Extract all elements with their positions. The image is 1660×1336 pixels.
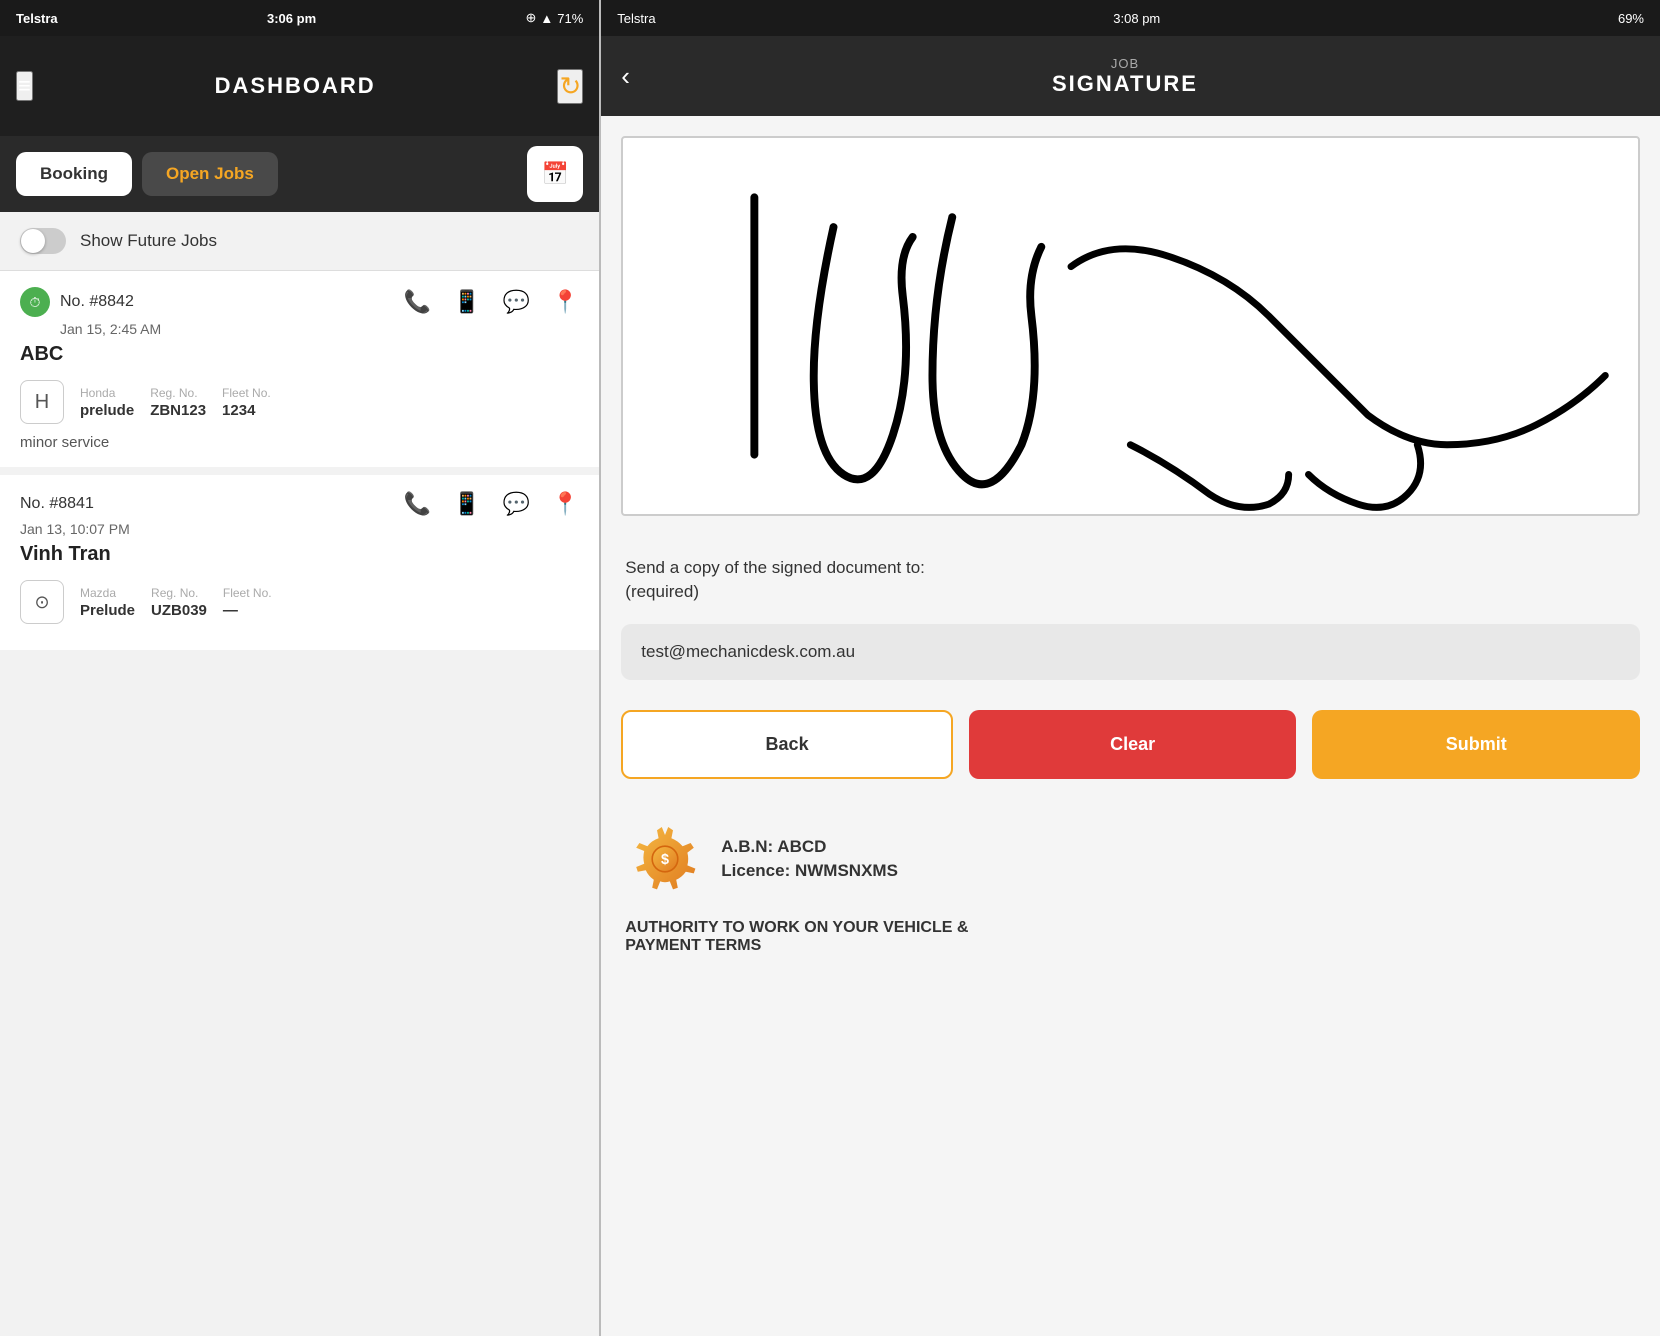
job-customer-1: Vinh Tran xyxy=(20,543,579,566)
footer-abn: A.B.N: ABCD xyxy=(721,837,898,857)
job-number-0: No. #8842 xyxy=(60,293,134,311)
dashboard-title: DASHBOARD xyxy=(215,73,376,99)
toggle-thumb xyxy=(21,229,45,253)
send-copy-required: (required) xyxy=(625,582,699,601)
job-vehicle-row-0: H Honda prelude Reg. No. ZBN123 Fleet No… xyxy=(20,380,579,424)
right-carrier: Telstra xyxy=(617,11,655,26)
job-description-0: minor service xyxy=(20,434,579,451)
company-logo: $ xyxy=(625,819,705,899)
location-pin-icon[interactable]: 📍 xyxy=(552,289,579,315)
right-status-bar: Telstra 3:08 pm 69% xyxy=(601,0,1660,36)
submit-button[interactable]: Submit xyxy=(1312,710,1640,779)
message-icon-1[interactable]: 💬 xyxy=(502,491,529,517)
hamburger-icon: ≡ xyxy=(18,73,31,98)
clock-icon: ⏱ xyxy=(30,294,41,311)
right-time: 3:08 pm xyxy=(1113,11,1160,26)
job-status-icon-0: ⏱ xyxy=(20,287,50,317)
reg-label-1: Reg. No. xyxy=(151,586,207,600)
right-header: ‹ JOB SIGNATURE xyxy=(601,36,1660,116)
vehicle-fleet: Fleet No. 1234 xyxy=(222,386,271,419)
fleet-value: 1234 xyxy=(222,402,271,419)
fleet-value-1: — xyxy=(223,602,272,619)
job-action-icons-1: 📞 📱 💬 📍 xyxy=(404,491,580,517)
reg-label: Reg. No. xyxy=(150,386,206,400)
refresh-icon: ↻ xyxy=(559,71,581,101)
calendar-button[interactable]: 📅 xyxy=(527,146,583,202)
action-buttons: Back Clear Submit xyxy=(621,710,1640,779)
reg-value-1: UZB039 xyxy=(151,602,207,619)
refresh-button[interactable]: ↻ xyxy=(557,69,583,104)
phone-icon-1[interactable]: 📞 xyxy=(404,491,431,517)
vehicle-model-value: prelude xyxy=(80,402,134,419)
vehicle-reg: Reg. No. ZBN123 xyxy=(150,386,206,419)
vehicle-make-label: Honda xyxy=(80,386,134,400)
job-action-icons-0: 📞 📱 💬 📍 xyxy=(404,289,580,315)
email-input-wrapper[interactable] xyxy=(621,624,1640,680)
svg-text:$: $ xyxy=(661,851,669,867)
mobile-icon-1[interactable]: 📱 xyxy=(453,491,480,517)
mazda-logo: ⊙ xyxy=(20,580,64,624)
left-panel: Telstra 3:06 pm ⊕ ▲ 71% ≡ DASHBOARD ↻ Bo… xyxy=(0,0,599,1336)
honda-logo: H xyxy=(20,380,64,424)
vehicle-make-model-1: Mazda Prelude xyxy=(80,586,135,619)
message-icon[interactable]: 💬 xyxy=(502,289,529,315)
future-jobs-label: Show Future Jobs xyxy=(80,231,217,251)
fleet-label-1: Fleet No. xyxy=(223,586,272,600)
right-header-text: JOB SIGNATURE xyxy=(650,56,1600,97)
job-number-1: No. #8841 xyxy=(20,495,94,513)
toggle-row: Show Future Jobs xyxy=(0,212,599,271)
job-card-0[interactable]: ⏱ No. #8842 📞 📱 💬 📍 Jan 15, 2:45 AM ABC … xyxy=(0,271,599,475)
job-date-1: Jan 13, 10:07 PM xyxy=(20,521,579,537)
right-panel: Telstra 3:08 pm 69% ‹ JOB SIGNATURE Send… xyxy=(601,0,1660,1336)
phone-icon[interactable]: 📞 xyxy=(404,289,431,315)
location-icon: ⊕ xyxy=(525,10,536,26)
footer-text: A.B.N: ABCD Licence: NWMSNXMS xyxy=(721,837,898,881)
left-status-icons: ⊕ ▲ 71% xyxy=(525,10,583,26)
location-pin-icon-1[interactable]: 📍 xyxy=(552,491,579,517)
signature-svg xyxy=(623,138,1638,514)
back-header-button[interactable]: ‹ xyxy=(621,61,630,92)
tab-row: Booking Open Jobs 📅 xyxy=(0,136,599,212)
tab-booking[interactable]: Booking xyxy=(16,152,132,196)
calendar-icon: 📅 xyxy=(542,161,569,187)
authority-text: AUTHORITY TO WORK ON YOUR VEHICLE & PAYM… xyxy=(601,919,1660,955)
job-date-0: Jan 15, 2:45 AM xyxy=(60,321,579,337)
fleet-label: Fleet No. xyxy=(222,386,271,400)
vehicle-fleet-1: Fleet No. — xyxy=(223,586,272,619)
back-chevron-icon: ‹ xyxy=(621,61,630,91)
reg-value: ZBN123 xyxy=(150,402,206,419)
clear-button[interactable]: Clear xyxy=(969,710,1297,779)
send-copy-section: Send a copy of the signed document to: (… xyxy=(601,536,1660,614)
authority-line1: AUTHORITY TO WORK ON YOUR VEHICLE & xyxy=(625,919,968,936)
signal-icon: ▲ xyxy=(540,11,553,26)
right-header-sub: JOB xyxy=(1111,56,1139,71)
left-status-bar: Telstra 3:06 pm ⊕ ▲ 71% xyxy=(0,0,599,36)
vehicle-reg-1: Reg. No. UZB039 xyxy=(151,586,207,619)
job-header-0: ⏱ No. #8842 📞 📱 💬 📍 xyxy=(20,287,579,317)
footer-licence: Licence: NWMSNXMS xyxy=(721,861,898,881)
signature-canvas-area[interactable] xyxy=(621,136,1640,516)
left-header: ≡ DASHBOARD ↻ xyxy=(0,36,599,136)
footer-section: $ A.B.N: ABCD Licence: NWMSNXMS xyxy=(601,799,1660,919)
authority-line2: PAYMENT TERMS xyxy=(625,937,761,954)
tab-open-jobs[interactable]: Open Jobs xyxy=(142,152,278,196)
mobile-icon[interactable]: 📱 xyxy=(453,289,480,315)
vehicle-model-value-1: Prelude xyxy=(80,602,135,619)
battery-icon: 71% xyxy=(557,11,583,26)
right-header-title: SIGNATURE xyxy=(1052,71,1198,97)
menu-button[interactable]: ≡ xyxy=(16,71,33,101)
left-carrier: Telstra xyxy=(16,11,58,26)
email-input[interactable] xyxy=(641,642,1620,662)
future-jobs-toggle[interactable] xyxy=(20,228,66,254)
job-header-1: No. #8841 📞 📱 💬 📍 xyxy=(20,491,579,517)
vehicle-make-model: Honda prelude xyxy=(80,386,134,419)
job-customer-0: ABC xyxy=(20,343,579,366)
left-time: 3:06 pm xyxy=(267,11,316,26)
job-card-1[interactable]: No. #8841 📞 📱 💬 📍 Jan 13, 10:07 PM Vinh … xyxy=(0,475,599,658)
back-button[interactable]: Back xyxy=(621,710,953,779)
right-battery: 69% xyxy=(1618,11,1644,26)
job-vehicle-row-1: ⊙ Mazda Prelude Reg. No. UZB039 Fleet No… xyxy=(20,580,579,624)
send-copy-label: Send a copy of the signed document to: xyxy=(625,558,925,577)
vehicle-make-label-1: Mazda xyxy=(80,586,135,600)
